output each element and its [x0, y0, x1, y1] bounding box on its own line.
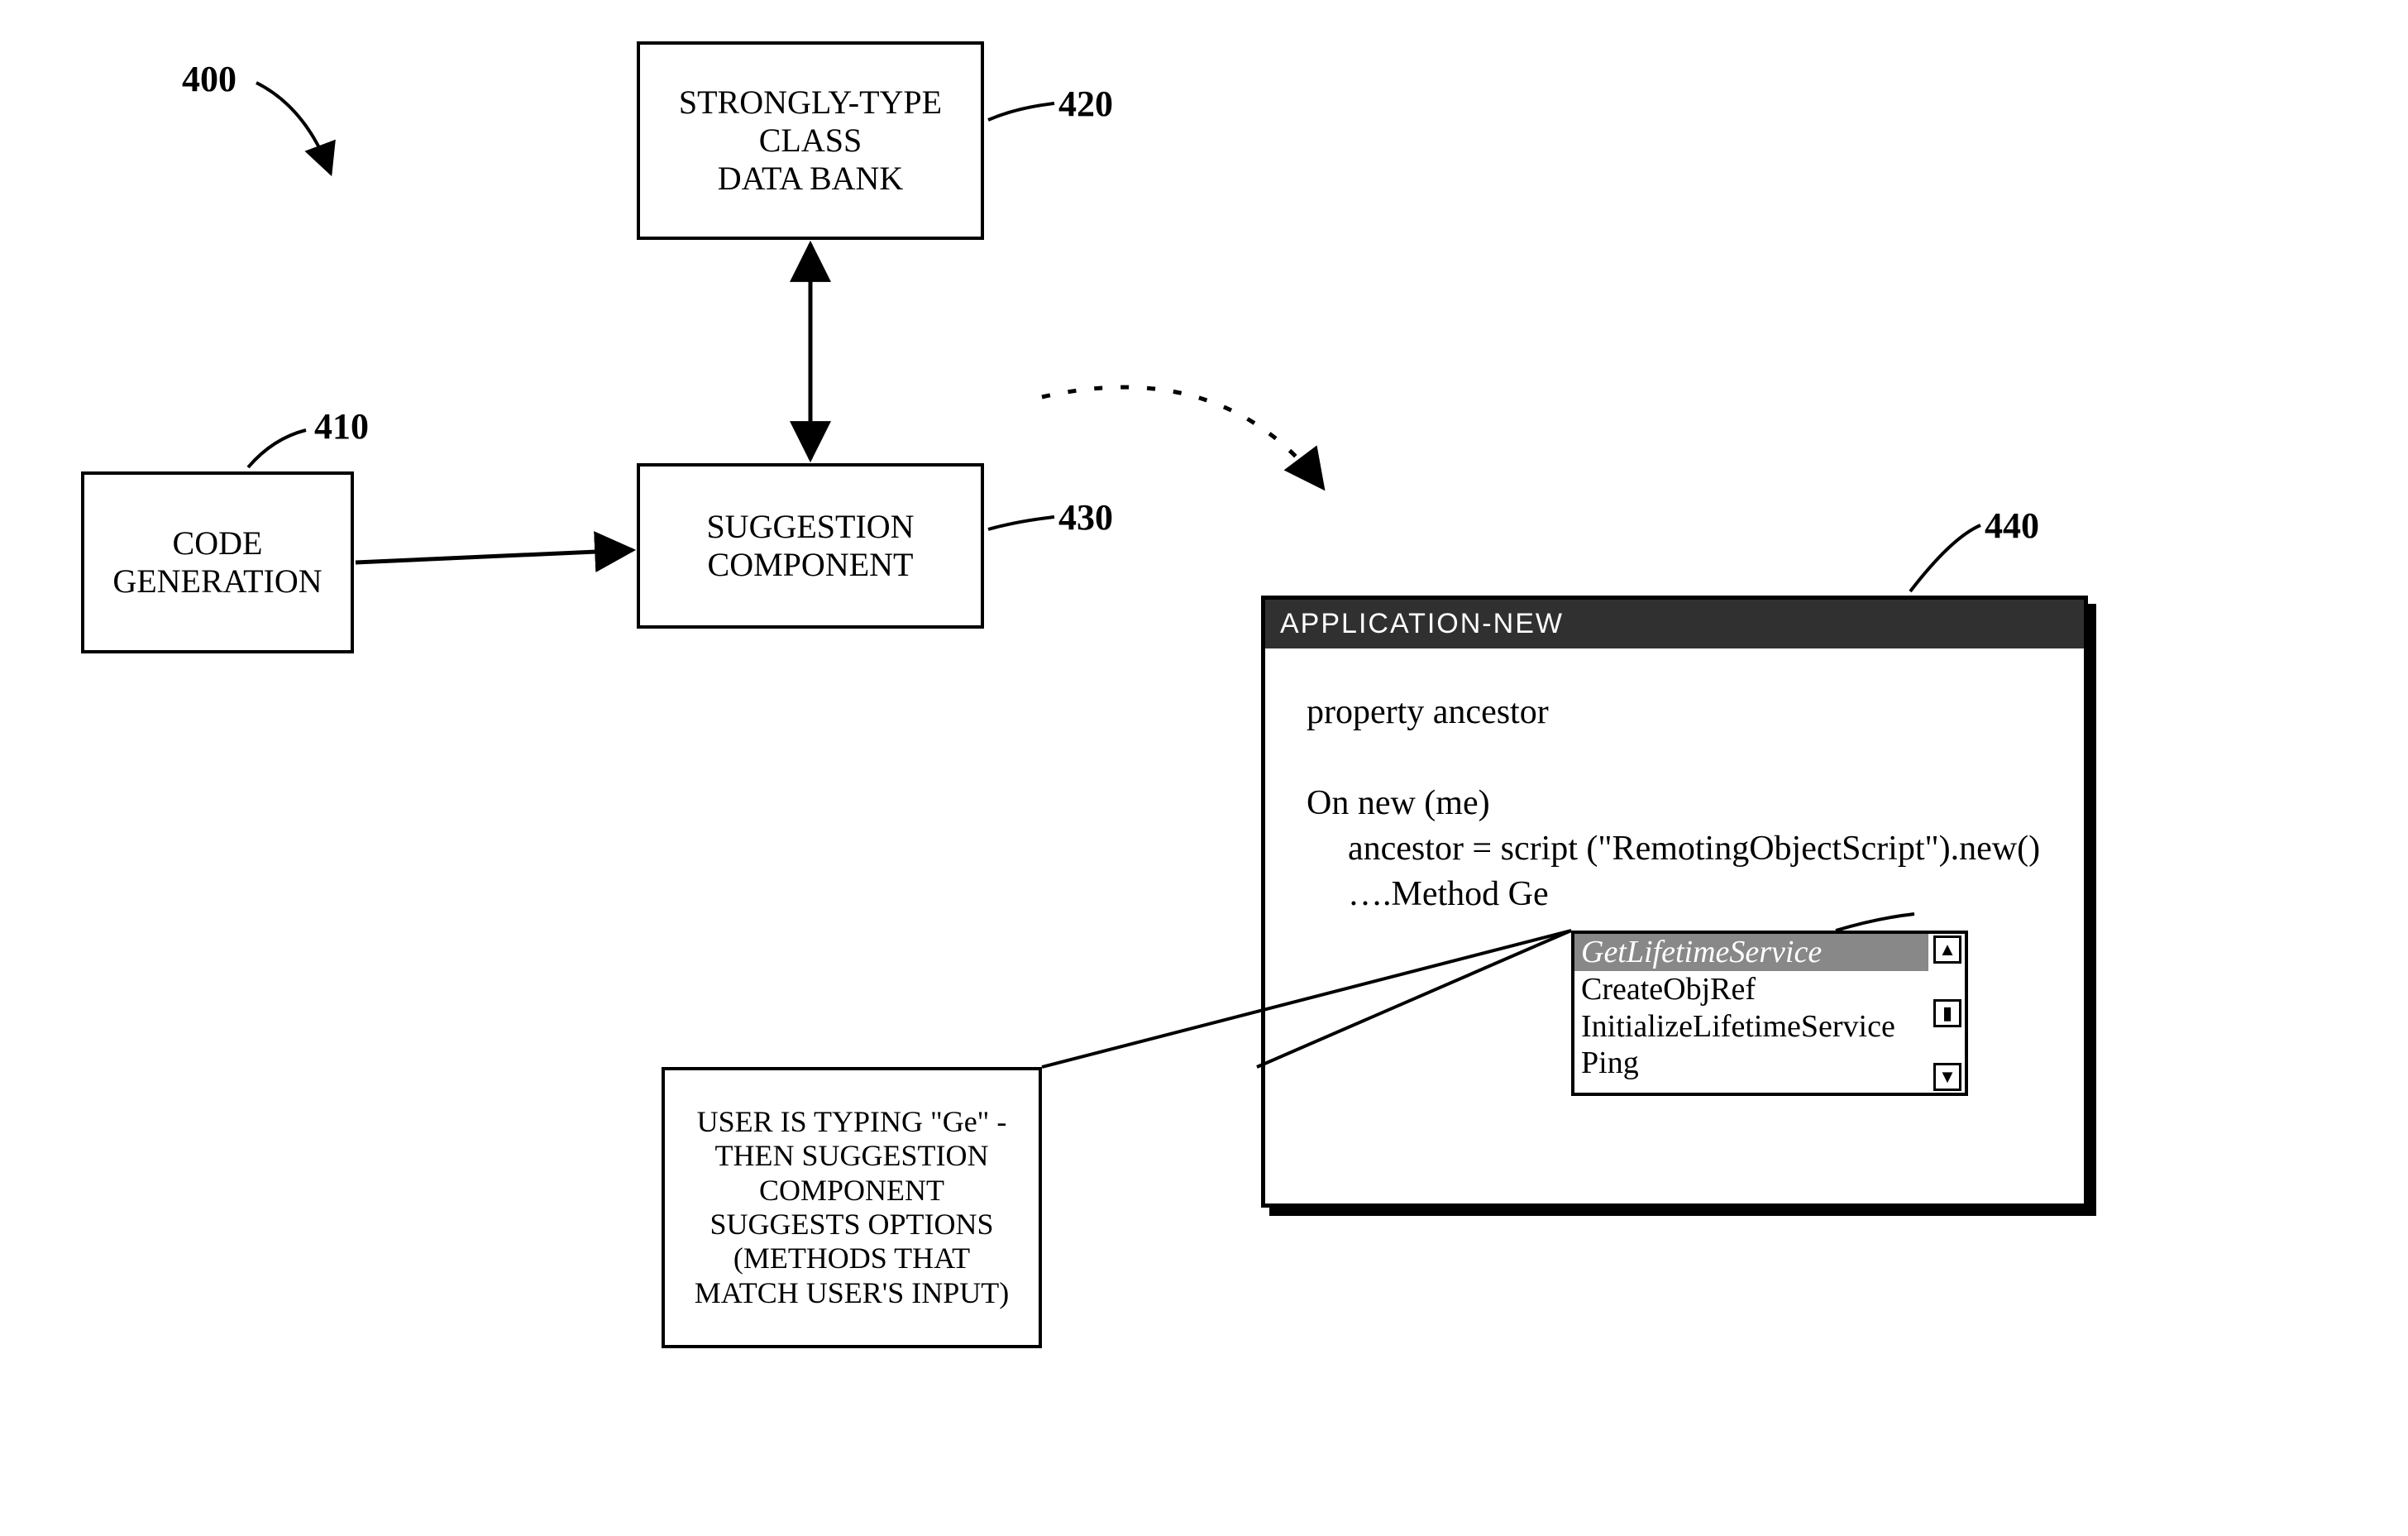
scroll-thumb-icon[interactable]: ▮ [1933, 999, 1961, 1027]
data-bank-box: STRONGLY-TYPECLASSDATA BANK [637, 41, 984, 240]
suggestion-item[interactable]: CreateObjRef [1574, 971, 1928, 1008]
code-line-1: property ancestor [1307, 691, 1549, 735]
scroll-down-icon[interactable]: ▼ [1933, 1063, 1961, 1091]
scrollbar[interactable]: ▲ ▮ ▼ [1932, 934, 1965, 1093]
figure-ref: 400 [182, 58, 236, 100]
code-generation-box: CODEGENERATION [81, 471, 354, 653]
suggestion-dropdown[interactable]: GetLifetimeService CreateObjRef Initiali… [1571, 931, 1968, 1096]
ref-420: 420 [1058, 83, 1113, 125]
suggestion-item[interactable]: Ping [1574, 1045, 1928, 1082]
suggestion-component-box: SUGGESTIONCOMPONENT [637, 463, 984, 629]
scroll-up-icon[interactable]: ▲ [1933, 935, 1961, 964]
code-line-3: ancestor = script ("RemotingObjectScript… [1348, 827, 2040, 871]
ref-440: 440 [1985, 505, 2039, 547]
window-title-bar: APPLICATION-NEW [1265, 600, 2084, 648]
suggestion-item-selected[interactable]: GetLifetimeService [1574, 934, 1928, 971]
suggestion-item[interactable]: InitializeLifetimeService [1574, 1008, 1928, 1046]
code-line-2: On new (me) [1307, 782, 1490, 825]
ref-410: 410 [314, 405, 369, 447]
code-line-4: ….Method Ge [1348, 873, 1549, 916]
ref-430: 430 [1058, 496, 1113, 538]
callout-box: USER IS TYPING "Ge" -THEN SUGGESTIONCOMP… [662, 1067, 1042, 1348]
application-window: APPLICATION-NEW property ancestor On new… [1261, 596, 2088, 1208]
